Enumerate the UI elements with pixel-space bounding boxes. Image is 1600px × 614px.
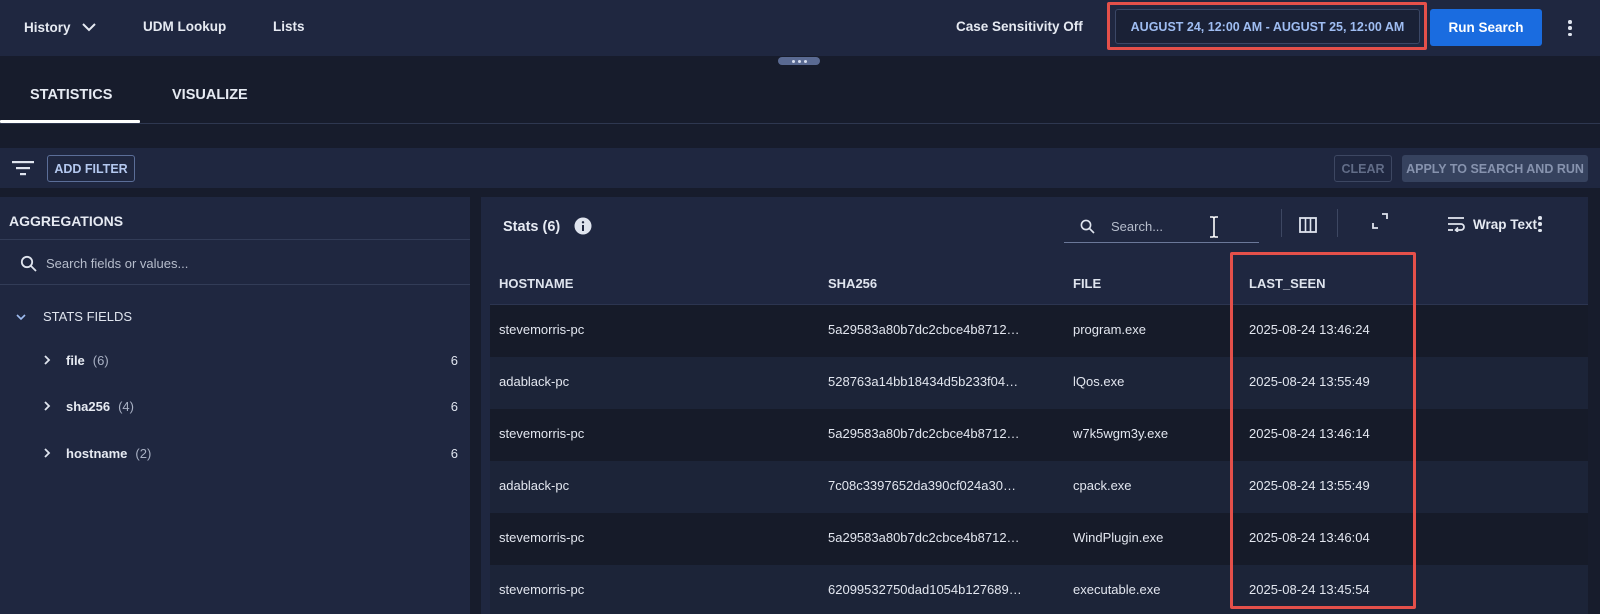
aggregations-search-input[interactable] bbox=[46, 251, 446, 275]
udm-lookup-link[interactable]: UDM Lookup bbox=[143, 19, 226, 34]
tab-visualize[interactable]: VISUALIZE bbox=[172, 87, 248, 103]
cell-hostname: stevemorris-pc bbox=[499, 530, 585, 545]
filter-bar: ADD FILTER CLEAR APPLY TO SEARCH AND RUN bbox=[0, 148, 1600, 188]
table-row[interactable]: stevemorris-pc 5a29583a80b7dc2cbce4b8712… bbox=[490, 513, 1588, 565]
clear-button[interactable]: CLEAR bbox=[1334, 155, 1392, 182]
field-distinct-count: (2) bbox=[135, 445, 152, 461]
field-item-file[interactable]: file (6) 6 bbox=[40, 350, 458, 370]
history-menu[interactable]: History bbox=[24, 19, 97, 35]
cell-file: lQos.exe bbox=[1073, 374, 1125, 389]
cell-hostname: stevemorris-pc bbox=[499, 322, 585, 337]
aggregations-panel: AGGREGATIONS STATS FIELDS file (6) 6 sha… bbox=[0, 197, 470, 614]
field-name: hostname bbox=[66, 445, 128, 461]
wrap-text-button[interactable]: Wrap Text bbox=[1447, 216, 1537, 232]
stats-title: Stats (6) bbox=[503, 219, 561, 235]
stats-table: HOSTNAME SHA256 FILE LAST_SEEN stevemorr… bbox=[490, 263, 1588, 614]
cell-sha256: 528763a14bb18434d5b233f04… bbox=[828, 374, 1019, 389]
resize-handle[interactable] bbox=[778, 57, 820, 65]
field-item-hostname[interactable]: hostname (2) 6 bbox=[40, 443, 458, 463]
field-name: file bbox=[66, 352, 85, 368]
column-header-last-seen[interactable]: LAST_SEEN bbox=[1249, 276, 1326, 291]
chevron-down-icon bbox=[16, 313, 26, 320]
chevron-right-icon bbox=[44, 448, 51, 458]
cell-sha256: 5a29583a80b7dc2cbce4b8712… bbox=[828, 426, 1020, 441]
cell-file: program.exe bbox=[1073, 322, 1146, 337]
table-row[interactable]: adablack-pc 7c08c3397652da390cf024a30… c… bbox=[490, 461, 1588, 513]
cell-file: WindPlugin.exe bbox=[1073, 530, 1164, 545]
add-filter-button[interactable]: ADD FILTER bbox=[47, 155, 135, 182]
cell-hostname: adablack-pc bbox=[499, 374, 570, 389]
field-name: sha256 bbox=[66, 398, 111, 414]
field-total-count: 6 bbox=[450, 445, 458, 461]
cell-last-seen: 2025-08-24 13:55:49 bbox=[1249, 478, 1370, 493]
search-icon bbox=[20, 255, 37, 272]
cell-sha256: 5a29583a80b7dc2cbce4b8712… bbox=[828, 322, 1020, 337]
run-search-button[interactable]: Run Search bbox=[1430, 9, 1542, 46]
aggregations-search bbox=[0, 239, 470, 285]
chevron-right-icon bbox=[44, 401, 51, 411]
wrap-text-icon bbox=[1448, 217, 1465, 232]
table-row[interactable]: stevemorris-pc 5a29583a80b7dc2cbce4b8712… bbox=[490, 305, 1588, 357]
more-options-icon[interactable] bbox=[1562, 18, 1578, 38]
field-total-count: 6 bbox=[450, 398, 458, 414]
panel-splitter[interactable] bbox=[470, 197, 480, 614]
text-cursor-icon bbox=[1210, 216, 1218, 238]
wrap-text-label: Wrap Text bbox=[1473, 216, 1538, 232]
table-row[interactable]: stevemorris-pc 62099532750dad1054b127689… bbox=[490, 565, 1588, 614]
cell-last-seen: 2025-08-24 13:46:14 bbox=[1249, 426, 1370, 441]
toolbar-separator bbox=[1281, 209, 1282, 237]
search-icon bbox=[1080, 219, 1095, 234]
cell-last-seen: 2025-08-24 13:46:24 bbox=[1249, 322, 1370, 337]
field-total-count: 6 bbox=[450, 352, 458, 368]
stats-panel: Stats (6) Wrap Text HOSTNAME bbox=[481, 197, 1588, 614]
cell-hostname: stevemorris-pc bbox=[499, 582, 585, 597]
column-header-hostname[interactable]: HOSTNAME bbox=[499, 276, 573, 291]
active-tab-indicator bbox=[0, 120, 140, 123]
field-distinct-count: (6) bbox=[92, 352, 109, 368]
tab-bar: STATISTICS VISUALIZE bbox=[0, 66, 1600, 124]
column-header-file[interactable]: FILE bbox=[1073, 276, 1101, 291]
cell-sha256: 62099532750dad1054b127689… bbox=[828, 582, 1022, 597]
info-icon[interactable] bbox=[574, 217, 592, 235]
stats-fields-toggle[interactable]: STATS FIELDS bbox=[14, 309, 132, 324]
chevron-down-icon bbox=[81, 23, 96, 32]
column-header-sha256[interactable]: SHA256 bbox=[828, 276, 877, 291]
cell-hostname: adablack-pc bbox=[499, 478, 570, 493]
cell-last-seen: 2025-08-24 13:55:49 bbox=[1249, 374, 1370, 389]
tab-statistics[interactable]: STATISTICS bbox=[30, 87, 112, 103]
table-row[interactable]: adablack-pc 528763a14bb18434d5b233f04… l… bbox=[490, 357, 1588, 409]
cell-last-seen: 2025-08-24 13:45:54 bbox=[1249, 582, 1370, 597]
cell-sha256: 7c08c3397652da390cf024a30… bbox=[828, 478, 1016, 493]
cell-last-seen: 2025-08-24 13:46:04 bbox=[1249, 530, 1370, 545]
more-options-icon[interactable] bbox=[1532, 214, 1548, 234]
stats-search bbox=[1064, 210, 1259, 243]
cell-sha256: 5a29583a80b7dc2cbce4b8712… bbox=[828, 530, 1020, 545]
date-range-highlight bbox=[1107, 2, 1427, 50]
case-sensitivity-toggle[interactable]: Case Sensitivity Off bbox=[956, 19, 1083, 34]
expand-icon[interactable] bbox=[1372, 213, 1388, 229]
field-distinct-count: (4) bbox=[118, 398, 134, 414]
chevron-right-icon bbox=[44, 355, 51, 365]
history-label: History bbox=[24, 19, 71, 35]
cell-file: cpack.exe bbox=[1073, 478, 1132, 493]
filter-icon[interactable] bbox=[12, 159, 34, 177]
cell-file: w7k5wgm3y.exe bbox=[1073, 426, 1169, 441]
table-row[interactable]: stevemorris-pc 5a29583a80b7dc2cbce4b8712… bbox=[490, 409, 1588, 461]
stats-fields-label: STATS FIELDS bbox=[43, 309, 133, 324]
cell-hostname: stevemorris-pc bbox=[499, 426, 585, 441]
top-bar: History UDM Lookup Lists Case Sensitivit… bbox=[0, 0, 1600, 56]
cell-file: executable.exe bbox=[1073, 582, 1161, 597]
aggregations-title: AGGREGATIONS bbox=[9, 213, 124, 229]
apply-to-search-button[interactable]: APPLY TO SEARCH AND RUN bbox=[1402, 155, 1588, 182]
lists-link[interactable]: Lists bbox=[273, 19, 305, 34]
columns-icon[interactable] bbox=[1299, 217, 1317, 233]
toolbar-separator bbox=[1337, 209, 1338, 237]
table-header: HOSTNAME SHA256 FILE LAST_SEEN bbox=[490, 263, 1588, 305]
field-item-sha256[interactable]: sha256 (4) 6 bbox=[40, 396, 458, 416]
